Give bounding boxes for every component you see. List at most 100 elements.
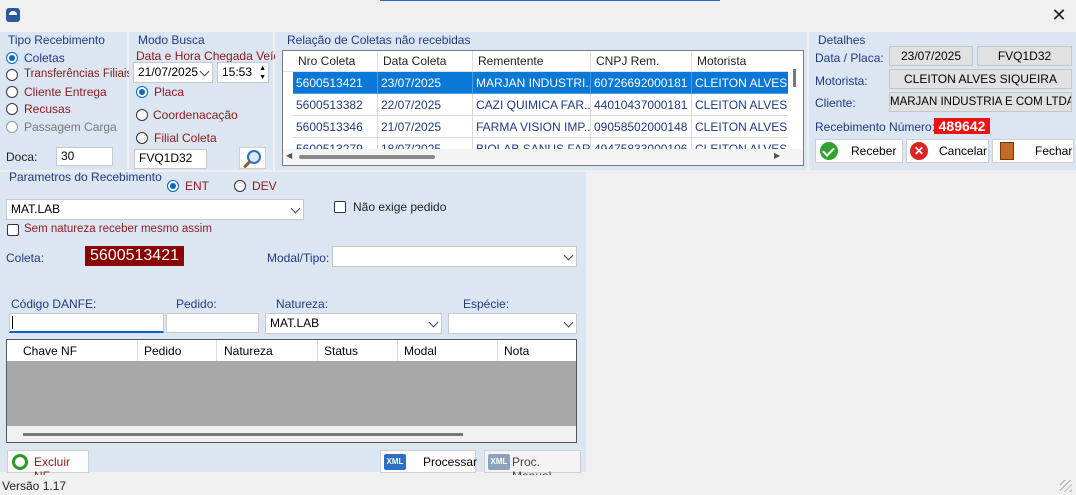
scroll-right-icon[interactable]: ▶ xyxy=(774,151,780,160)
label-coordenacacao[interactable]: Coordenacação xyxy=(153,108,238,122)
spin-up-icon[interactable]: ▲ xyxy=(259,65,266,72)
radio-coletas[interactable] xyxy=(6,52,18,64)
chevron-down-icon[interactable] xyxy=(290,203,301,214)
motorista-label: Motorista: xyxy=(815,74,868,88)
sem-natureza-checkbox[interactable] xyxy=(7,224,19,236)
label-filial-coleta[interactable]: Filial Coleta xyxy=(154,131,217,145)
cell-cnpj: 09058502000148 xyxy=(591,116,692,138)
label-cliente-entrega[interactable]: Cliente Entrega xyxy=(24,85,107,99)
nf-col-divider xyxy=(397,340,398,361)
cell-nro-coleta: 5600513382 xyxy=(293,94,378,116)
col-rementente[interactable]: Rementente xyxy=(473,51,591,72)
label-coletas[interactable]: Coletas xyxy=(24,51,65,65)
chevron-down-icon[interactable] xyxy=(563,250,574,261)
table-row[interactable]: 5600513346 21/07/2025 FARMA VISION IMP... 0… xyxy=(283,116,803,138)
nf-grid-header: Chave NF Pedido Natureza Status Modal No… xyxy=(7,340,576,361)
label-placa[interactable]: Placa xyxy=(154,85,184,99)
radio-cliente-entrega[interactable] xyxy=(6,86,18,98)
cell-cnpj: 60726692000181 xyxy=(591,72,692,94)
nao-exige-pedido-label[interactable]: Não exige pedido xyxy=(353,200,446,214)
cell-nro-coleta: 5600513346 xyxy=(293,116,378,138)
nf-col-nota[interactable]: Nota xyxy=(504,344,529,358)
processar-button[interactable]: XML Processar xyxy=(380,450,477,473)
status-bar xyxy=(0,475,1076,495)
datetime-label: Data e Hora Chegada Veíc. xyxy=(136,49,283,63)
modal-tipo-combo[interactable] xyxy=(332,246,577,267)
codigo-danfe-input[interactable] xyxy=(9,313,164,333)
natureza-label: Natureza: xyxy=(276,297,329,311)
radio-dev[interactable] xyxy=(234,180,246,192)
vertical-scroll-thumb[interactable] xyxy=(793,69,796,87)
nf-col-modal[interactable]: Modal xyxy=(404,344,437,358)
natureza-combo[interactable]: MAT.LAB xyxy=(265,313,442,334)
chevron-down-icon[interactable] xyxy=(563,317,574,328)
radio-placa[interactable] xyxy=(136,86,148,98)
col-nro-coleta[interactable]: Nro Coleta xyxy=(293,51,378,72)
nf-col-divider xyxy=(137,340,138,361)
chevron-down-icon[interactable] xyxy=(428,317,439,328)
time-picker[interactable]: 15:53 ▲ ▼ xyxy=(217,62,269,83)
radio-transferencias[interactable] xyxy=(6,69,18,81)
cliente-label: Cliente: xyxy=(815,96,856,110)
radio-recusas[interactable] xyxy=(6,103,18,115)
spin-down-icon[interactable]: ▼ xyxy=(259,74,266,81)
cancel-icon: ✕ xyxy=(910,142,928,160)
radio-filial-coleta[interactable] xyxy=(136,132,148,144)
nao-exige-pedido-checkbox[interactable] xyxy=(334,201,346,213)
cell-rementente: FARMA VISION IMP... xyxy=(473,116,591,138)
relacao-title: Relação de Coletas não recebidas xyxy=(287,33,471,47)
receber-button[interactable]: Receber xyxy=(815,139,903,163)
table-row[interactable]: 5600513421 23/07/2025 MARJAN INDUSTRI... 60… xyxy=(283,72,803,94)
label-passagem-carga: Passagem Carga xyxy=(24,120,117,134)
close-window-button[interactable]: ✕ xyxy=(1048,4,1070,26)
cancelar-label: Cancelar xyxy=(939,144,988,158)
placa-search-input[interactable]: FVQ1D32 xyxy=(134,149,207,169)
search-button[interactable] xyxy=(239,147,266,169)
nf-grid[interactable]: Chave NF Pedido Natureza Status Modal No… xyxy=(6,339,577,443)
coleta-number: 5600513421 xyxy=(85,246,184,266)
recycle-icon xyxy=(12,454,28,470)
natureza-combo-top[interactable]: MAT.LAB xyxy=(6,199,304,220)
horizontal-scrollbar[interactable]: ◀ ▶ xyxy=(283,149,803,165)
coleta-label: Coleta: xyxy=(6,251,45,265)
nf-col-chave[interactable]: Chave NF xyxy=(23,344,77,358)
doca-input[interactable]: 30 xyxy=(56,147,113,166)
fechar-label: Fechar xyxy=(1035,144,1073,158)
radio-coordenacacao[interactable] xyxy=(136,109,148,121)
doca-label: Doca: xyxy=(6,150,38,164)
nf-col-natureza[interactable]: Natureza xyxy=(224,344,273,358)
nf-col-pedido[interactable]: Pedido xyxy=(144,344,181,358)
vertical-scrollbar[interactable] xyxy=(788,51,803,149)
horizontal-scroll-thumb[interactable] xyxy=(299,155,435,159)
label-transferencias[interactable]: Transferências Filiais xyxy=(24,68,132,80)
pedido-input[interactable] xyxy=(166,313,259,333)
table-row[interactable]: 5600513382 22/07/2025 CAZI QUIMICA FAR... 4… xyxy=(283,94,803,116)
check-icon xyxy=(820,142,838,160)
label-dev[interactable]: DEV xyxy=(252,179,277,193)
cell-cnpj: 44010437000181 xyxy=(591,94,692,116)
label-recusas[interactable]: Recusas xyxy=(24,102,71,116)
label-ent[interactable]: ENT xyxy=(185,179,209,193)
especie-combo[interactable] xyxy=(448,313,577,334)
cell-motorista: CLEITON ALVES S xyxy=(692,116,792,138)
nf-grid-hscroll-thumb[interactable] xyxy=(23,433,463,436)
col-data-coleta[interactable]: Data Coleta xyxy=(378,51,473,72)
chevron-down-icon[interactable] xyxy=(199,66,210,77)
cell-rementente: CAZI QUIMICA FAR... xyxy=(473,94,591,116)
cell-data-coleta: 23/07/2025 xyxy=(378,72,473,94)
col-cnpj[interactable]: CNPJ Rem. xyxy=(591,51,692,72)
parametros-title: Parametros do Recebimento xyxy=(9,170,162,184)
date-picker[interactable]: 21/07/2025 xyxy=(133,62,213,83)
nf-col-status[interactable]: Status xyxy=(324,344,358,358)
fechar-button[interactable]: Fechar xyxy=(992,139,1074,163)
resize-grip-icon[interactable] xyxy=(1060,480,1072,492)
cancelar-button[interactable]: ✕ Cancelar xyxy=(906,139,989,163)
col-motorista[interactable]: Motorista xyxy=(692,51,792,72)
sem-natureza-label[interactable]: Sem natureza receber mesmo assim xyxy=(24,223,212,235)
nf-grid-hscrollbar[interactable] xyxy=(7,426,576,442)
coletas-grid[interactable]: Nro Coleta Data Coleta Rementente CNPJ R… xyxy=(282,50,804,166)
cell-data-coleta: 21/07/2025 xyxy=(378,116,473,138)
scroll-left-icon[interactable]: ◀ xyxy=(286,151,292,160)
excluir-nf-button[interactable]: Excluir NF xyxy=(7,450,89,483)
radio-ent[interactable] xyxy=(167,180,179,192)
